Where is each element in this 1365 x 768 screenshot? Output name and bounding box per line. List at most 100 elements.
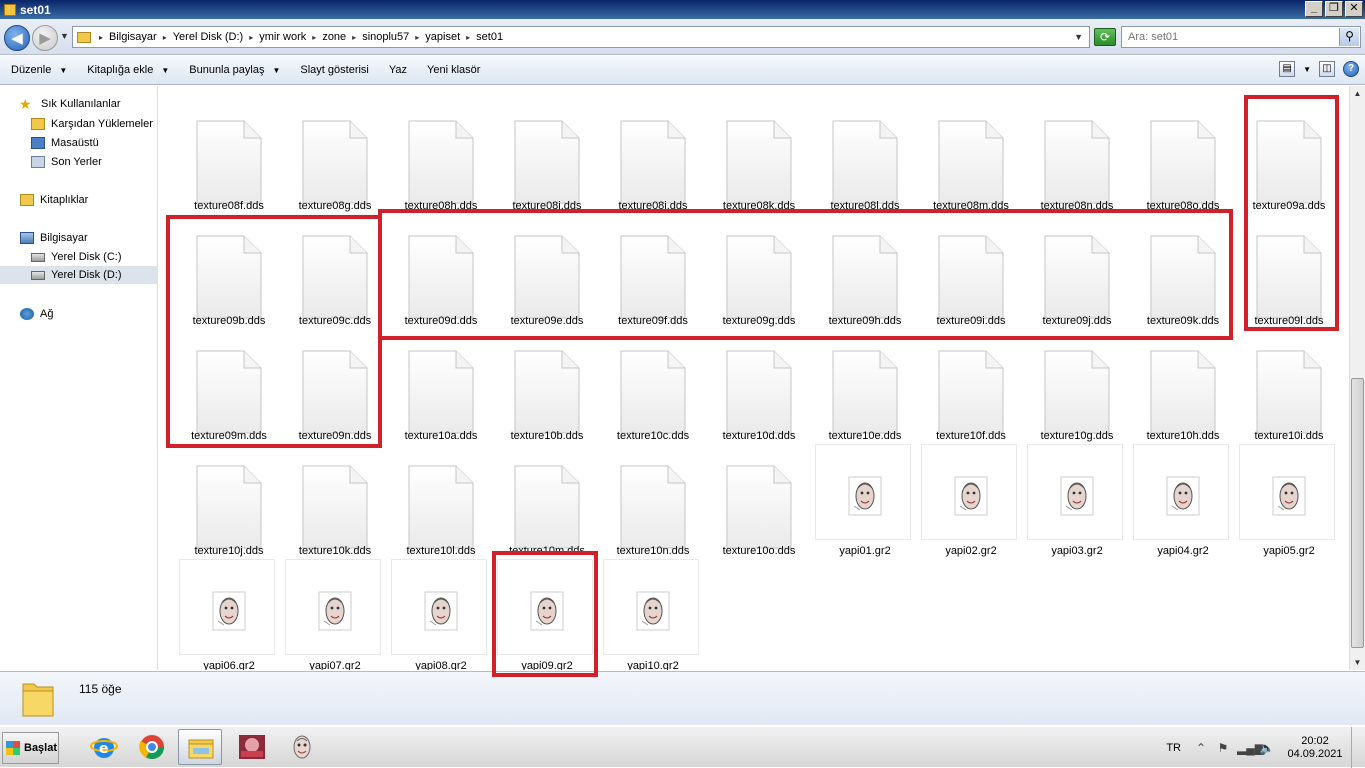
file-item[interactable]: texture10g.dds (1026, 330, 1128, 442)
search-icon[interactable]: ⚲ (1339, 28, 1359, 46)
sidebar-item-disk-c[interactable]: Yerel Disk (C:) (0, 248, 158, 266)
sidebar-item-recent[interactable]: Son Yerler (0, 153, 158, 171)
organize-button[interactable]: Düzenle ▼ (0, 64, 76, 76)
chrome-taskbar-button[interactable] (130, 729, 174, 765)
file-item[interactable]: texture08l.dds (814, 100, 916, 212)
file-item[interactable]: texture10i.dds (1238, 330, 1340, 442)
refresh-button[interactable]: ⟳ (1094, 28, 1116, 46)
file-item[interactable]: texture08o.dds (1132, 100, 1234, 212)
gr2-file-icon (179, 559, 275, 655)
highlight-box (492, 551, 598, 677)
breadcrumb-item[interactable]: ▸ zone (310, 31, 350, 43)
chevron-down-icon[interactable]: ▼ (1303, 65, 1311, 74)
clock[interactable]: 20:02 04.09.2021 (1281, 735, 1349, 761)
print-button[interactable]: Yaz (378, 64, 416, 76)
internet-explorer-taskbar-button[interactable]: e (82, 729, 126, 765)
file-item[interactable]: yapi01.gr2 (814, 444, 916, 557)
model-viewer-taskbar-button[interactable] (280, 729, 324, 765)
help-icon[interactable]: ? (1343, 61, 1359, 77)
file-item[interactable]: yapi05.gr2 (1238, 444, 1340, 557)
file-item[interactable]: texture08f.dds (178, 100, 280, 212)
history-dropdown-icon[interactable]: ▼ (60, 31, 69, 41)
sidebar-item-libraries[interactable]: Kitaplıklar (0, 191, 158, 209)
window-title: set01 (20, 2, 51, 17)
language-indicator[interactable]: TR (1166, 742, 1181, 754)
game-taskbar-button[interactable] (230, 729, 274, 765)
file-item[interactable]: yapi06.gr2 (178, 559, 280, 670)
sidebar-item-favorites[interactable]: ★ Sık Kullanılanlar (0, 95, 158, 113)
close-button[interactable]: ✕ (1345, 1, 1363, 17)
address-bar[interactable]: ▸ Bilgisayar ▸ Yerel Disk (D:) ▸ ymir work … (72, 26, 1090, 48)
file-item[interactable]: texture10j.dds (178, 445, 280, 557)
file-name: yapi10.gr2 (627, 660, 679, 670)
file-item[interactable]: texture10b.dds (496, 330, 598, 442)
file-item[interactable]: texture10d.dds (708, 330, 810, 442)
start-button[interactable]: Başlat (2, 732, 59, 764)
file-item[interactable]: yapi07.gr2 (284, 559, 386, 670)
breadcrumb-item[interactable]: ▸ ymir work (247, 31, 310, 43)
file-item[interactable]: texture10n.dds (602, 445, 704, 557)
file-item[interactable]: yapi08.gr2 (390, 559, 492, 670)
file-item[interactable]: texture08h.dds (390, 100, 492, 212)
sidebar-item-network[interactable]: Ağ (0, 305, 158, 323)
file-name: yapi04.gr2 (1157, 545, 1209, 557)
action-center-flag-icon[interactable]: ⚑ (1215, 740, 1231, 756)
sidebar-item-downloads[interactable]: Karşıdan Yüklemeler (0, 115, 158, 133)
back-button[interactable]: ◀ (4, 25, 30, 51)
view-options-icon[interactable]: ▤ (1279, 61, 1296, 77)
star-icon: ★ (19, 96, 32, 112)
file-item[interactable]: texture10e.dds (814, 330, 916, 442)
scroll-up-button[interactable]: ▲ (1350, 86, 1365, 101)
maximize-button[interactable]: ❐ (1325, 1, 1343, 17)
sidebar-item-computer[interactable]: Bilgisayar (0, 229, 158, 247)
file-item[interactable]: texture10f.dds (920, 330, 1022, 442)
file-item[interactable]: yapi04.gr2 (1132, 444, 1234, 557)
scroll-down-button[interactable]: ▼ (1350, 655, 1365, 670)
file-item[interactable]: yapi03.gr2 (1026, 444, 1128, 557)
breadcrumb-item[interactable]: ▸ Bilgisayar (97, 31, 161, 43)
file-item[interactable]: texture08n.dds (1026, 100, 1128, 212)
forward-button[interactable]: ▶ (32, 25, 58, 51)
file-item[interactable]: texture08g.dds (284, 100, 386, 212)
file-item[interactable]: texture10k.dds (284, 445, 386, 557)
file-item[interactable]: texture08i.dds (496, 100, 598, 212)
scroll-thumb[interactable] (1351, 378, 1364, 648)
file-name: yapi07.gr2 (309, 660, 361, 670)
file-item[interactable]: texture10m.dds (496, 445, 598, 557)
breadcrumb-item[interactable]: ▸ yapiset (413, 31, 464, 43)
include-library-button[interactable]: Kitaplığa ekle ▼ (76, 64, 178, 76)
address-dropdown-icon[interactable]: ▼ (1074, 32, 1083, 42)
minimize-button[interactable]: _ (1305, 1, 1323, 17)
file-item[interactable]: texture10h.dds (1132, 330, 1234, 442)
search-box[interactable]: ⚲ (1121, 26, 1361, 48)
file-item[interactable]: yapi10.gr2 (602, 559, 704, 670)
volume-icon[interactable]: 🔈 (1259, 740, 1275, 756)
file-item[interactable]: texture10a.dds (390, 330, 492, 442)
preview-pane-icon[interactable]: ◫ (1319, 61, 1335, 77)
breadcrumb-item[interactable]: ▸ sinoplu57 (350, 31, 413, 43)
search-input[interactable] (1128, 31, 1328, 43)
show-hidden-icons-icon[interactable]: ⌃ (1193, 740, 1209, 756)
explorer-taskbar-button[interactable] (178, 729, 222, 765)
internet-explorer-icon: e (90, 738, 118, 758)
network-icon (20, 308, 34, 320)
gr2-file-icon (1027, 444, 1123, 540)
sidebar-item-desktop[interactable]: Masaüstü (0, 134, 158, 152)
file-item[interactable]: texture08j.dds (602, 100, 704, 212)
show-desktop-button[interactable] (1351, 727, 1365, 768)
slideshow-button[interactable]: Slayt gösterisi (289, 64, 377, 76)
file-item[interactable]: texture08m.dds (920, 100, 1022, 212)
share-with-button[interactable]: Bununla paylaş ▼ (178, 64, 289, 76)
vertical-scrollbar[interactable]: ▲ ▼ (1349, 86, 1365, 670)
command-bar: Düzenle ▼ Kitaplığa ekle ▼ Bununla paylaş ▼… (0, 56, 1365, 85)
file-item[interactable]: texture08k.dds (708, 100, 810, 212)
file-item[interactable]: texture10l.dds (390, 445, 492, 557)
breadcrumb-item[interactable]: ▸ Yerel Disk (D:) (161, 31, 248, 43)
breadcrumb-item[interactable]: ▸ set01 (464, 31, 507, 43)
file-item[interactable]: texture10o.dds (708, 445, 810, 557)
file-item[interactable]: texture10c.dds (602, 330, 704, 442)
file-item[interactable]: yapi02.gr2 (920, 444, 1022, 557)
network-signal-icon[interactable]: ▂▄▆ (1237, 740, 1264, 756)
sidebar-item-disk-d[interactable]: Yerel Disk (D:) (0, 266, 158, 284)
new-folder-button[interactable]: Yeni klasör (416, 64, 489, 76)
